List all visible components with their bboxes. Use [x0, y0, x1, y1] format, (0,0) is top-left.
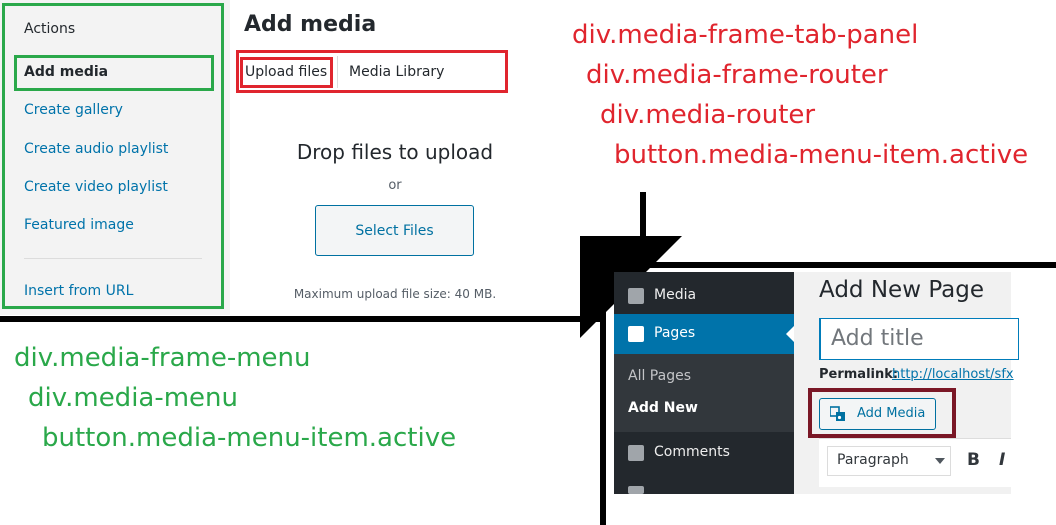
page-title: Add New Page [819, 277, 984, 303]
max-upload-size-text: Maximum upload file size: 40 MB. [293, 287, 497, 301]
horizontal-separator-line [0, 316, 600, 322]
modal-title: Add media [244, 12, 377, 37]
annotation-media-router: div.media-router [600, 100, 816, 130]
permalink-label: Permalink: [819, 367, 899, 382]
active-tab-highlight-box [240, 57, 333, 88]
annotation-frame-menu: div.media-frame-menu [14, 343, 311, 373]
title-input-placeholder: Add title [831, 326, 924, 351]
chevron-down-icon [935, 458, 945, 464]
comments-icon [628, 445, 644, 461]
select-files-button[interactable]: Select Files [315, 205, 474, 256]
format-select-value: Paragraph [837, 452, 909, 468]
sidebar-subitem-all-pages[interactable]: All Pages [628, 368, 691, 384]
sidebar-item-media[interactable]: Media [654, 287, 696, 303]
next-menu-icon [628, 486, 644, 494]
italic-button[interactable]: I [999, 450, 1005, 470]
permalink-link[interactable]: http://localhost/sfx [892, 367, 1014, 382]
media-icon [628, 288, 644, 304]
tab-divider [337, 56, 338, 88]
sidebar-item-comments[interactable]: Comments [654, 444, 730, 460]
annotation-tab-panel: div.media-frame-tab-panel [572, 20, 919, 50]
add-media-highlight-box [808, 388, 956, 438]
annotation-router-active-item: button.media-menu-item.active [614, 140, 1029, 170]
active-menu-item-highlight-box [14, 55, 214, 91]
annotation-media-menu: div.media-menu [28, 383, 239, 413]
tab-media-library[interactable]: Media Library [349, 64, 444, 80]
annotation-frame-router: div.media-frame-router [586, 60, 888, 90]
sidebar-subitem-add-new[interactable]: Add New [628, 400, 698, 416]
pages-icon [628, 326, 644, 342]
annotation-menu-active-item: button.media-menu-item.active [42, 423, 457, 453]
drop-files-instructions: Drop files to upload [296, 140, 494, 164]
or-separator-text: or [388, 178, 402, 193]
bold-button[interactable]: B [967, 450, 980, 470]
sidebar-item-pages[interactable]: Pages [654, 325, 695, 341]
sidebar-submenu [614, 354, 794, 432]
menu-highlight-box [2, 3, 224, 309]
